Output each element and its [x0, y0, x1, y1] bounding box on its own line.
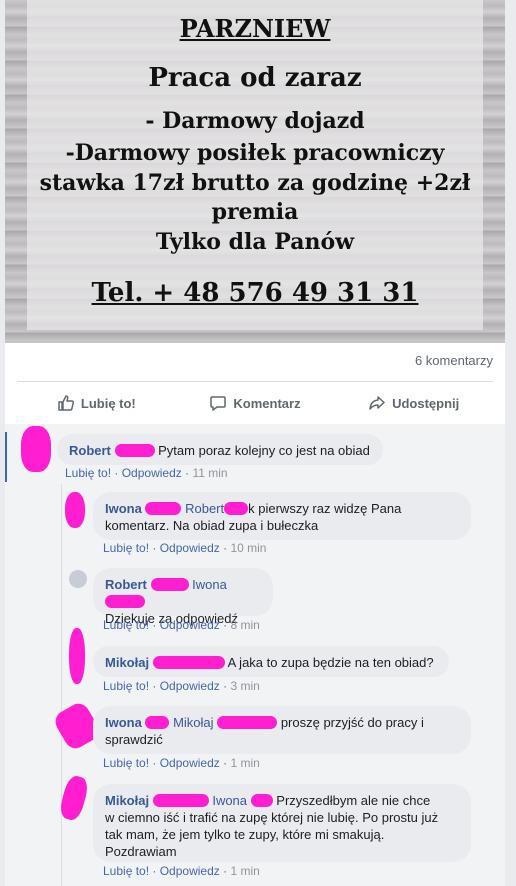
comment-text: tak mam, że jem tylko te zupy, które mi …	[105, 827, 385, 842]
avatar[interactable]	[69, 570, 87, 588]
mention-tag[interactable]: Mikołaj	[173, 715, 213, 730]
poster-line: Tylko dla Panów	[155, 229, 355, 255]
mention-tag[interactable]: Robert	[185, 501, 224, 516]
comment-text: w ciemno iść i trafić na zupę której nie…	[105, 810, 439, 825]
comment-text: Przyszedłbym ale nie chce	[276, 793, 431, 808]
reply-link[interactable]: Odpowiedz	[122, 466, 182, 480]
mention-tag[interactable]: Iwona	[192, 577, 227, 592]
comment-text: sprawdzić	[105, 732, 163, 747]
comment-bubble: Iwona Mikołaj proszę przyjść do pracy i …	[93, 706, 471, 754]
share-button[interactable]: Udostępnij	[334, 386, 493, 420]
redaction	[152, 794, 209, 807]
like-link[interactable]: Lubię to!	[65, 466, 111, 480]
poster-line: premia	[211, 199, 299, 225]
comments-section: Robert Pytam poraz kolejny co jest na ob…	[5, 424, 505, 886]
poster-line: stawka 17zł brutto za godzinę +2zł	[39, 170, 471, 196]
comment-bubble: Robert Pytam poraz kolejny co jest na ob…	[57, 434, 383, 465]
divider	[17, 381, 493, 382]
comment-button[interactable]: Komentarz	[176, 386, 335, 420]
like-link[interactable]: Lubię to!	[103, 618, 149, 632]
comment-meta: Lubię to! · Odpowiedz · 1 min	[103, 864, 260, 878]
reply-link[interactable]: Odpowiedz	[160, 618, 220, 632]
share-arrow-icon	[369, 396, 385, 410]
post-image[interactable]: PARZNIEW Praca od zaraz - Darmowy dojazd…	[5, 0, 505, 343]
author-name[interactable]: Iwona	[105, 501, 142, 516]
redaction	[217, 716, 278, 729]
redaction	[145, 716, 170, 729]
redaction	[250, 794, 273, 807]
avatar[interactable]	[21, 426, 51, 472]
comment-text: A jaka to zupa będzie na ten obiad?	[227, 655, 434, 670]
author-name[interactable]: Mikołaj	[105, 793, 149, 808]
author-name[interactable]: Robert	[105, 577, 147, 592]
avatar[interactable]	[57, 773, 91, 823]
action-bar: Lubię to! Komentarz Udostępnij	[17, 386, 493, 420]
highlight-bar	[5, 432, 7, 482]
reply-link[interactable]: Odpowiedz	[160, 679, 220, 693]
timestamp: 10 min	[230, 541, 267, 555]
author-name[interactable]: Mikołaj	[105, 655, 149, 670]
post-card: PARZNIEW Praca od zaraz - Darmowy dojazd…	[5, 0, 505, 886]
redaction	[114, 444, 155, 457]
comment-meta: Lubię to! · Odpowiedz · 8 min	[103, 618, 260, 632]
poster-phone: Tel. + 48 576 49 31 31	[91, 278, 419, 308]
timestamp: 11 min	[192, 466, 228, 480]
redaction	[150, 578, 189, 591]
timestamp: 1 min	[230, 864, 260, 878]
poster-headline: Praca od zaraz	[148, 63, 362, 93]
like-button[interactable]: Lubię to!	[17, 386, 176, 420]
thumbs-up-icon	[58, 395, 74, 411]
like-label: Lubię to!	[80, 395, 136, 411]
redaction	[145, 502, 182, 515]
mention-tag[interactable]: Iwona	[212, 793, 247, 808]
timestamp: 1 min	[230, 756, 260, 770]
comment-text: Pytam poraz kolejny co jest na obiad	[158, 443, 370, 458]
author-name[interactable]: Iwona	[105, 715, 142, 730]
avatar[interactable]	[69, 628, 85, 684]
comment-meta: Lubię to! · Odpowiedz · 10 min	[103, 541, 267, 555]
reply-thread-line	[61, 484, 62, 886]
reply-link[interactable]: Odpowiedz	[160, 541, 220, 555]
author-name[interactable]: Robert	[69, 443, 111, 458]
comment-meta: Lubię to! · Odpowiedz · 3 min	[103, 679, 260, 693]
poster-title: PARZNIEW	[179, 14, 331, 43]
comment-text: Pozdrawiam	[105, 844, 177, 859]
avatar[interactable]	[65, 492, 85, 528]
timestamp: 3 min	[230, 679, 260, 693]
like-link[interactable]: Lubię to!	[103, 679, 149, 693]
comment-count[interactable]: 6 komentarzy	[415, 353, 493, 368]
poster-line: -Darmowy posiłek pracowniczy	[65, 140, 445, 166]
comment-meta: Lubię to! · Odpowiedz · 11 min	[65, 466, 228, 480]
comment-meta: Lubię to! · Odpowiedz · 1 min	[103, 756, 260, 770]
comment-text: proszę przyjść do pracy i	[280, 715, 424, 730]
like-link[interactable]: Lubię to!	[103, 541, 149, 555]
tag-tail: k	[248, 501, 255, 516]
comment-label: Komentarz	[233, 395, 301, 411]
poster-line: - Darmowy dojazd	[145, 108, 365, 134]
comment-bubble: Robert Iwona Dziekuje za odpowiedź	[93, 568, 273, 626]
like-link[interactable]: Lubię to!	[103, 756, 149, 770]
redaction	[152, 656, 225, 669]
like-link[interactable]: Lubię to!	[103, 864, 149, 878]
redaction	[224, 502, 249, 515]
share-label: Udostępnij	[392, 395, 460, 411]
comment-bubble: Mikołaj A jaka to zupa będzie na ten obi…	[93, 646, 449, 677]
reply-link[interactable]: Odpowiedz	[160, 756, 220, 770]
reply-link[interactable]: Odpowiedz	[160, 864, 220, 878]
timestamp: 8 min	[230, 618, 260, 632]
comment-text: pierwszy raz widzę Pana	[258, 501, 402, 516]
comment-bubble: Iwona Robert k pierwszy raz widzę Pana ko…	[93, 492, 471, 540]
comment-bubble: Mikołaj Iwona Przyszedłbym ale nie chce …	[93, 784, 471, 862]
redaction	[105, 595, 145, 608]
comment-text: komentarz. Na obiad zupa i bułeczka	[105, 518, 319, 533]
comment-icon	[210, 396, 227, 411]
